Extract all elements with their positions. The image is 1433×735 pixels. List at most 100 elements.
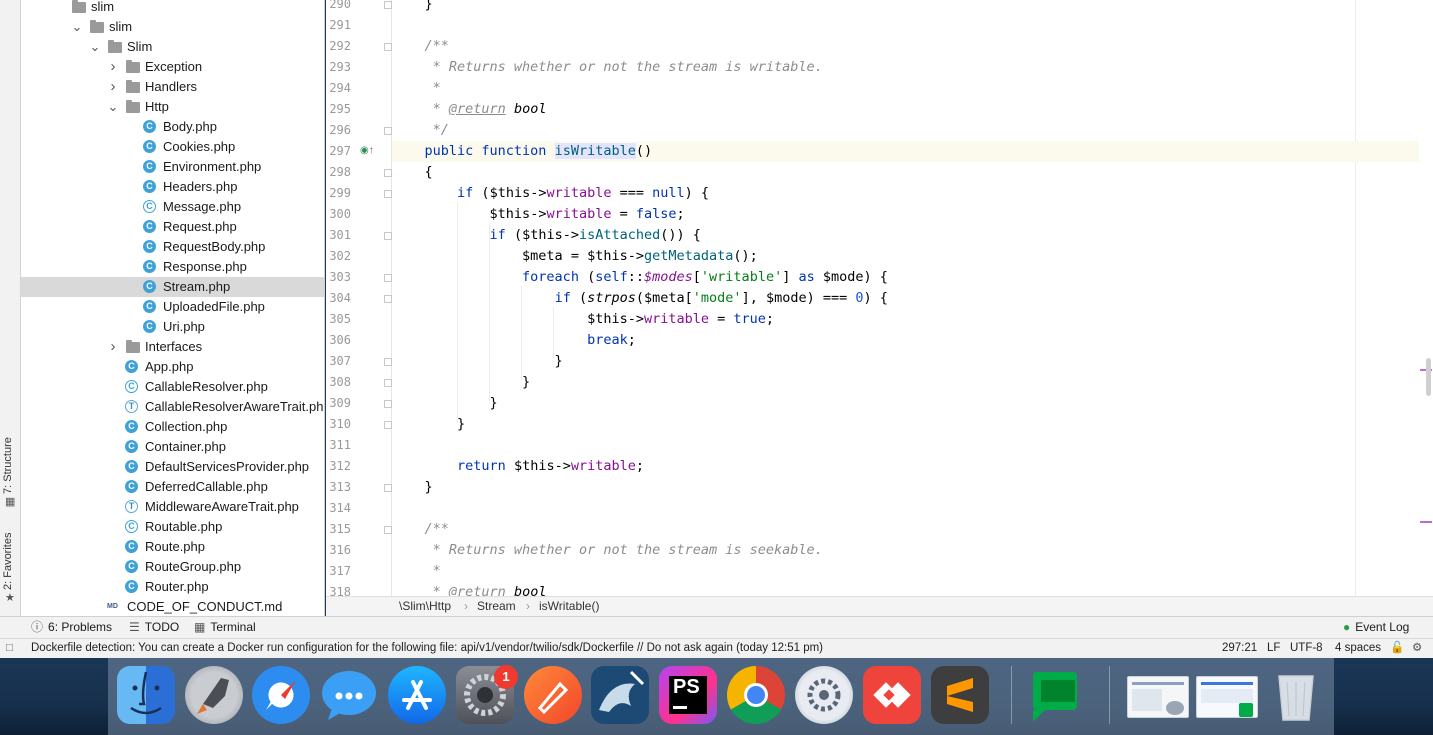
tree-item-label: RequestBody.php — [163, 239, 266, 254]
php-abstract-class-icon: C — [125, 520, 138, 533]
structure-tab[interactable]: 7: Structure — [2, 437, 14, 494]
chrome-icon[interactable] — [727, 666, 785, 724]
fold-marker-icon[interactable] — [384, 1, 392, 9]
tree-folder-row[interactable]: ⌄ Http — [21, 97, 324, 117]
tree-file-row[interactable]: C Stream.php — [21, 277, 324, 297]
tree-file-row[interactable]: C Message.php — [21, 197, 324, 217]
tree-folder-row[interactable]: › Handlers — [21, 77, 324, 97]
event-log-tab[interactable]: ● Event Log — [1343, 617, 1409, 638]
tree-file-row[interactable]: C App.php — [21, 357, 324, 377]
mysql-workbench-icon[interactable] — [591, 666, 649, 724]
chevron-right-icon[interactable]: › — [107, 77, 119, 97]
code-editor[interactable]: } /** * Returns whether or not the strea… — [392, 0, 1419, 596]
code-line: * @return bool — [432, 584, 547, 596]
tree-file-row[interactable]: C Cookies.php — [21, 137, 324, 157]
notification-badge: 1 — [494, 665, 518, 689]
error-stripe-mark[interactable] — [1420, 521, 1432, 523]
status-message[interactable]: Dockerfile detection: You can create a D… — [31, 639, 823, 658]
toggle-tool-windows-icon[interactable]: □ — [6, 639, 13, 658]
terminal-tab[interactable]: ▦ Terminal — [194, 617, 256, 638]
tree-file-row[interactable]: T CallableResolverAwareTrait.php — [21, 397, 324, 417]
dock-separator — [1011, 666, 1012, 724]
fold-marker-icon[interactable] — [384, 400, 392, 408]
tree-file-row[interactable]: C RouteGroup.php — [21, 557, 324, 577]
tree-folder-row[interactable]: › Interfaces — [21, 337, 324, 357]
tree-folder-row[interactable]: › Exception — [21, 57, 324, 77]
breadcrumb-namespace[interactable]: \Slim\Http — [399, 597, 451, 616]
tree-file-row[interactable]: C Container.php — [21, 437, 324, 457]
tree-file-row[interactable]: C Router.php — [21, 577, 324, 597]
tree-item-label: Http — [145, 99, 169, 114]
line-separator[interactable]: LF — [1267, 639, 1280, 658]
star-icon: ★ — [5, 592, 15, 604]
breadcrumb-class[interactable]: Stream — [477, 597, 516, 616]
scrollbar-thumb[interactable] — [1426, 358, 1431, 396]
pen-app-icon[interactable] — [524, 666, 582, 724]
tree-file-row[interactable]: C Route.php — [21, 537, 324, 557]
directory-utility-icon[interactable] — [795, 666, 853, 724]
tree-file-row[interactable]: C Uri.php — [21, 317, 324, 337]
tree-folder-row[interactable]: ⌄ Slim — [21, 37, 324, 57]
fold-marker-icon[interactable] — [384, 190, 392, 198]
favorites-tab[interactable]: 2: Favorites — [2, 533, 14, 590]
terminal-icon: ▦ — [194, 620, 206, 634]
folder-icon — [90, 20, 104, 33]
chevron-down-icon[interactable]: ⌄ — [89, 37, 101, 57]
todo-tab[interactable]: ☰ TODO — [129, 617, 179, 638]
line-number: 291 — [329, 18, 351, 32]
anydesk-icon[interactable] — [863, 666, 921, 724]
lock-icon[interactable]: 🔓 — [1390, 639, 1404, 658]
implements-marker-icon[interactable]: ◉↑ — [360, 145, 374, 156]
fold-marker-icon[interactable] — [384, 295, 392, 303]
chevron-down-icon[interactable]: ⌄ — [71, 17, 83, 37]
breadcrumb-method[interactable]: isWritable() — [539, 597, 599, 616]
finder-icon[interactable] — [117, 666, 175, 724]
chevron-right-icon[interactable]: › — [107, 57, 119, 77]
chevron-right-icon[interactable]: › — [107, 337, 119, 357]
tree-file-row[interactable]: C Response.php — [21, 257, 324, 277]
fold-marker-icon[interactable] — [384, 232, 392, 240]
caret-position[interactable]: 297:21 — [1222, 639, 1257, 658]
hangouts-chat-icon[interactable] — [1029, 666, 1087, 724]
tree-file-row[interactable]: C DeferredCallable.php — [21, 477, 324, 497]
messages-icon[interactable] — [320, 666, 378, 724]
fold-marker-icon[interactable] — [384, 358, 392, 366]
window-thumbnail-1[interactable] — [1127, 676, 1189, 718]
fold-marker-icon[interactable] — [384, 169, 392, 177]
tree-file-row[interactable]: C DefaultServicesProvider.php — [21, 457, 324, 477]
tree-file-row[interactable]: C Request.php — [21, 217, 324, 237]
fold-marker-icon[interactable] — [384, 43, 392, 51]
file-encoding[interactable]: UTF-8 — [1290, 639, 1323, 658]
tree-file-row[interactable]: C UploadedFile.php — [21, 297, 324, 317]
tree-file-row[interactable]: T MiddlewareAwareTrait.php — [21, 497, 324, 517]
trash-icon[interactable] — [1267, 666, 1325, 724]
line-number: 296 — [329, 123, 351, 137]
tree-file-row[interactable]: C RequestBody.php — [21, 237, 324, 257]
window-thumbnail-2[interactable] — [1196, 676, 1258, 718]
fold-marker-icon[interactable] — [384, 127, 392, 135]
fold-marker-icon[interactable] — [384, 274, 392, 282]
safari-icon[interactable] — [252, 666, 310, 724]
app-store-icon[interactable] — [388, 666, 446, 724]
tree-file-row[interactable]: C Headers.php — [21, 177, 324, 197]
tree-folder-row[interactable]: slim — [21, 0, 324, 17]
tree-file-row[interactable]: C Collection.php — [21, 417, 324, 437]
problems-tab[interactable]: ⓘ 6: Problems — [31, 617, 112, 638]
fold-marker-icon[interactable] — [384, 526, 392, 534]
fold-marker-icon[interactable] — [384, 421, 392, 429]
tree-file-row[interactable]: C Environment.php — [21, 157, 324, 177]
phpstorm-icon[interactable]: PS — [659, 666, 717, 724]
tree-file-row[interactable]: C CallableResolver.php — [21, 377, 324, 397]
sublime-text-icon[interactable] — [931, 666, 989, 724]
tree-file-row[interactable]: MD CODE_OF_CONDUCT.md — [21, 597, 324, 616]
indent-setting[interactable]: 4 spaces — [1335, 639, 1381, 658]
editor-scrollbar[interactable] — [1419, 0, 1433, 596]
fold-marker-icon[interactable] — [384, 484, 392, 492]
fold-marker-icon[interactable] — [384, 379, 392, 387]
inspector-icon[interactable]: ⚙ — [1412, 639, 1422, 658]
chevron-down-icon[interactable]: ⌄ — [107, 97, 119, 117]
tree-folder-row[interactable]: ⌄ slim — [21, 17, 324, 37]
tree-file-row[interactable]: C Body.php — [21, 117, 324, 137]
launchpad-icon[interactable] — [185, 666, 243, 724]
tree-file-row[interactable]: C Routable.php — [21, 517, 324, 537]
